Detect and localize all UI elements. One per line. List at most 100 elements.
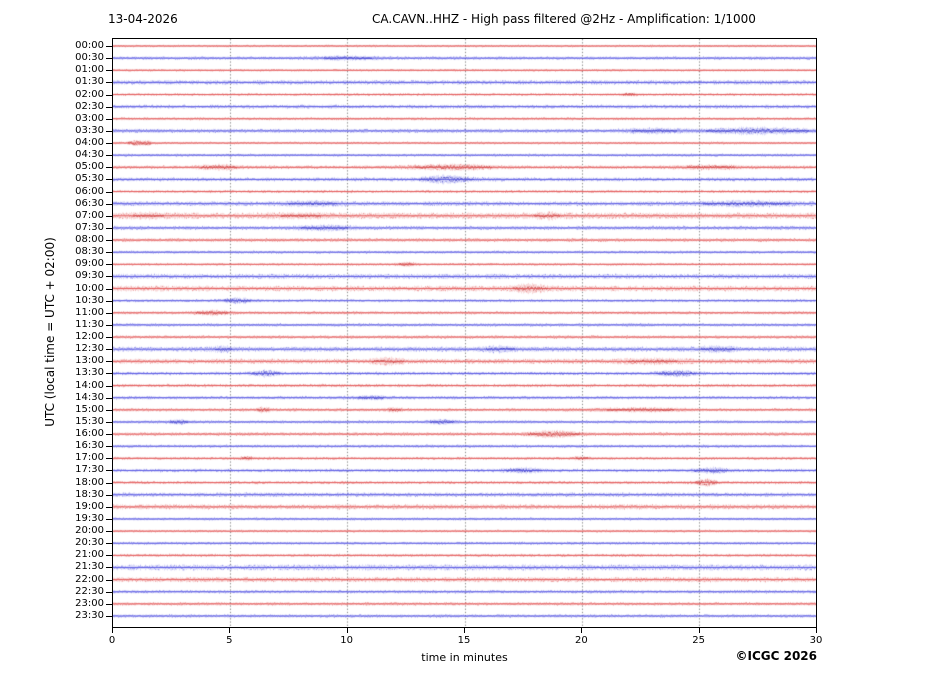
y-tick-mark xyxy=(106,397,112,399)
y-tick-label: 08:00 xyxy=(75,234,104,246)
y-tick-mark xyxy=(106,143,112,145)
y-tick-label: 18:00 xyxy=(75,476,104,488)
plot-title: CA.CAVN..HHZ - High pass filtered @2Hz -… xyxy=(372,12,756,26)
y-tick-mark xyxy=(106,361,112,363)
y-tick-label: 22:30 xyxy=(75,585,104,597)
y-tick-mark xyxy=(106,458,112,460)
y-tick-mark xyxy=(106,240,112,242)
y-tick-label: 13:00 xyxy=(75,355,104,367)
y-tick-label: 15:30 xyxy=(75,415,104,427)
y-tick-mark xyxy=(106,70,112,72)
y-tick-label: 09:30 xyxy=(75,270,104,282)
seismogram-page: 13-04-2026 CA.CAVN..HHZ - High pass filt… xyxy=(0,0,927,696)
y-tick-label: 21:00 xyxy=(75,549,104,561)
y-tick-label: 11:30 xyxy=(75,318,104,330)
x-tick-mark xyxy=(346,628,348,633)
trace-canvas xyxy=(113,39,816,627)
y-tick-label: 10:00 xyxy=(75,282,104,294)
y-tick-label: 03:30 xyxy=(75,124,104,136)
y-tick-mark xyxy=(106,300,112,302)
x-axis-label: time in minutes xyxy=(421,651,508,664)
date-label: 13-04-2026 xyxy=(108,12,178,26)
x-tick-mark xyxy=(229,628,231,633)
x-tick-label: 30 xyxy=(809,635,823,646)
y-tick-mark xyxy=(106,603,112,605)
y-tick-label: 15:00 xyxy=(75,403,104,415)
y-tick-label: 19:30 xyxy=(75,512,104,524)
x-tick-label: 0 xyxy=(108,635,116,646)
y-tick-mark xyxy=(106,264,112,266)
y-tick-mark xyxy=(106,58,112,60)
y-tick-label: 08:30 xyxy=(75,246,104,258)
y-tick-mark xyxy=(106,155,112,157)
y-tick-label: 04:00 xyxy=(75,137,104,149)
y-tick-mark xyxy=(106,349,112,351)
y-tick-mark xyxy=(106,409,112,411)
y-tick-mark xyxy=(106,276,112,278)
x-tick-label: 15 xyxy=(457,635,471,646)
y-tick-label: 16:30 xyxy=(75,440,104,452)
x-tick-mark xyxy=(698,628,700,633)
y-tick-label: 05:00 xyxy=(75,161,104,173)
x-tick-mark xyxy=(816,628,817,633)
x-tick-mark xyxy=(581,628,583,633)
y-tick-label: 14:00 xyxy=(75,379,104,391)
x-tick-label: 5 xyxy=(226,635,233,646)
y-tick-label: 01:00 xyxy=(75,64,104,76)
y-tick-label: 02:00 xyxy=(75,88,104,100)
y-tick-mark xyxy=(106,82,112,84)
y-tick-mark xyxy=(106,470,112,472)
y-tick-mark xyxy=(106,482,112,484)
y-tick-mark xyxy=(106,94,112,96)
y-tick-mark xyxy=(106,591,112,593)
y-tick-label: 00:00 xyxy=(75,40,104,51)
y-tick-mark xyxy=(106,616,112,617)
y-tick-label: 22:00 xyxy=(75,573,104,585)
y-tick-mark xyxy=(106,312,112,314)
y-tick-label: 10:30 xyxy=(75,294,104,306)
y-tick-label: 07:00 xyxy=(75,209,104,221)
y-tick-label: 23:00 xyxy=(75,597,104,609)
y-tick-label: 11:00 xyxy=(75,306,104,318)
y-tick-mark xyxy=(106,179,112,181)
y-tick-mark xyxy=(106,252,112,254)
y-tick-label: 05:30 xyxy=(75,173,104,185)
y-tick-label: 20:30 xyxy=(75,537,104,549)
y-tick-label: 20:00 xyxy=(75,525,104,537)
x-tick-label: 25 xyxy=(692,635,706,646)
y-tick-label: 03:00 xyxy=(75,112,104,124)
y-tick-label: 19:00 xyxy=(75,500,104,512)
y-tick-mark xyxy=(106,191,112,193)
y-tick-label: 16:00 xyxy=(75,428,104,440)
y-tick-label: 04:30 xyxy=(75,149,104,161)
y-tick-mark xyxy=(106,555,112,557)
y-tick-label: 09:00 xyxy=(75,258,104,270)
y-tick-mark xyxy=(106,579,112,581)
y-tick-label: 13:30 xyxy=(75,367,104,379)
y-tick-mark xyxy=(106,46,112,47)
y-tick-mark xyxy=(106,130,112,132)
y-tick-mark xyxy=(106,324,112,326)
y-tick-mark xyxy=(106,373,112,375)
y-tick-mark xyxy=(106,288,112,290)
y-tick-mark xyxy=(106,215,112,217)
y-tick-label: 07:30 xyxy=(75,221,104,233)
y-tick-label: 17:00 xyxy=(75,452,104,464)
y-tick-mark xyxy=(106,446,112,448)
copyright-credit: ©ICGC 2026 xyxy=(735,649,817,663)
y-axis-label: UTC (local time = UTC + 02:00) xyxy=(43,237,57,427)
y-tick-label: 00:30 xyxy=(75,52,104,64)
x-tick-label: 10 xyxy=(340,635,354,646)
plot-area xyxy=(112,38,817,628)
x-tick-mark xyxy=(112,628,113,633)
x-tick-mark xyxy=(464,628,465,633)
y-tick-mark xyxy=(106,543,112,545)
y-tick-label: 02:30 xyxy=(75,100,104,112)
x-tick-label: 20 xyxy=(574,635,588,646)
y-tick-mark xyxy=(106,518,112,520)
y-tick-mark xyxy=(106,567,112,569)
y-tick-mark xyxy=(106,118,112,120)
y-tick-label: 12:00 xyxy=(75,331,104,343)
y-tick-mark xyxy=(106,494,112,496)
y-tick-label: 12:30 xyxy=(75,343,104,355)
